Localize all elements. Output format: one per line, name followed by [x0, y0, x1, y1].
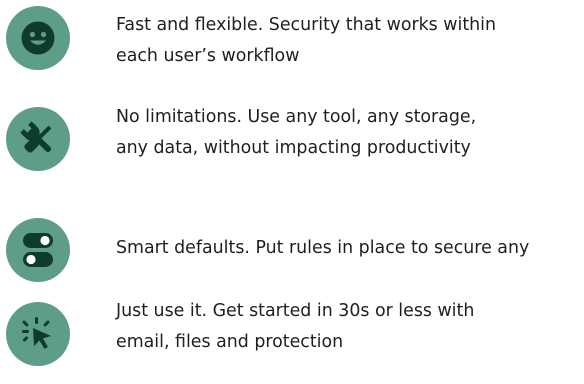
feature-line-1: Smart defaults. Put rules in place to se… [116, 238, 530, 258]
feature-line-1: No limitations. Use any tool, any storag… [116, 107, 477, 127]
feature-description: Just use it. Get started in 30s or less … [116, 296, 474, 358]
feature-line-2: email, files and protection [116, 332, 344, 352]
feature-line-1: Just use it. Get started in 30s or less … [116, 301, 475, 321]
toggle-switches-icon [6, 218, 70, 282]
feature-line-2: any data, without impacting productivity [116, 138, 471, 158]
feature-line-2: each user’s workflow [116, 46, 300, 66]
feature-item-no-limitations: No limitations. Use any tool, any storag… [0, 96, 584, 186]
feature-description: No limitations. Use any tool, any storag… [116, 102, 476, 164]
click-cursor-icon [6, 302, 70, 366]
feature-description: Fast and flexible. Security that works w… [116, 10, 496, 72]
feature-description: Smart defaults. Put rules in place to se… [116, 233, 529, 264]
feature-item-fast-flexible: Fast and flexible. Security that works w… [0, 0, 584, 90]
feature-line-1: Fast and flexible. Security that works w… [116, 15, 497, 35]
feature-item-just-use-it: Just use it. Get started in 30s or less … [0, 282, 584, 372]
wrench-screwdriver-icon [6, 107, 70, 171]
smiley-face-icon [6, 6, 70, 70]
feature-item-smart-defaults: Smart defaults. Put rules in place to se… [0, 197, 584, 287]
